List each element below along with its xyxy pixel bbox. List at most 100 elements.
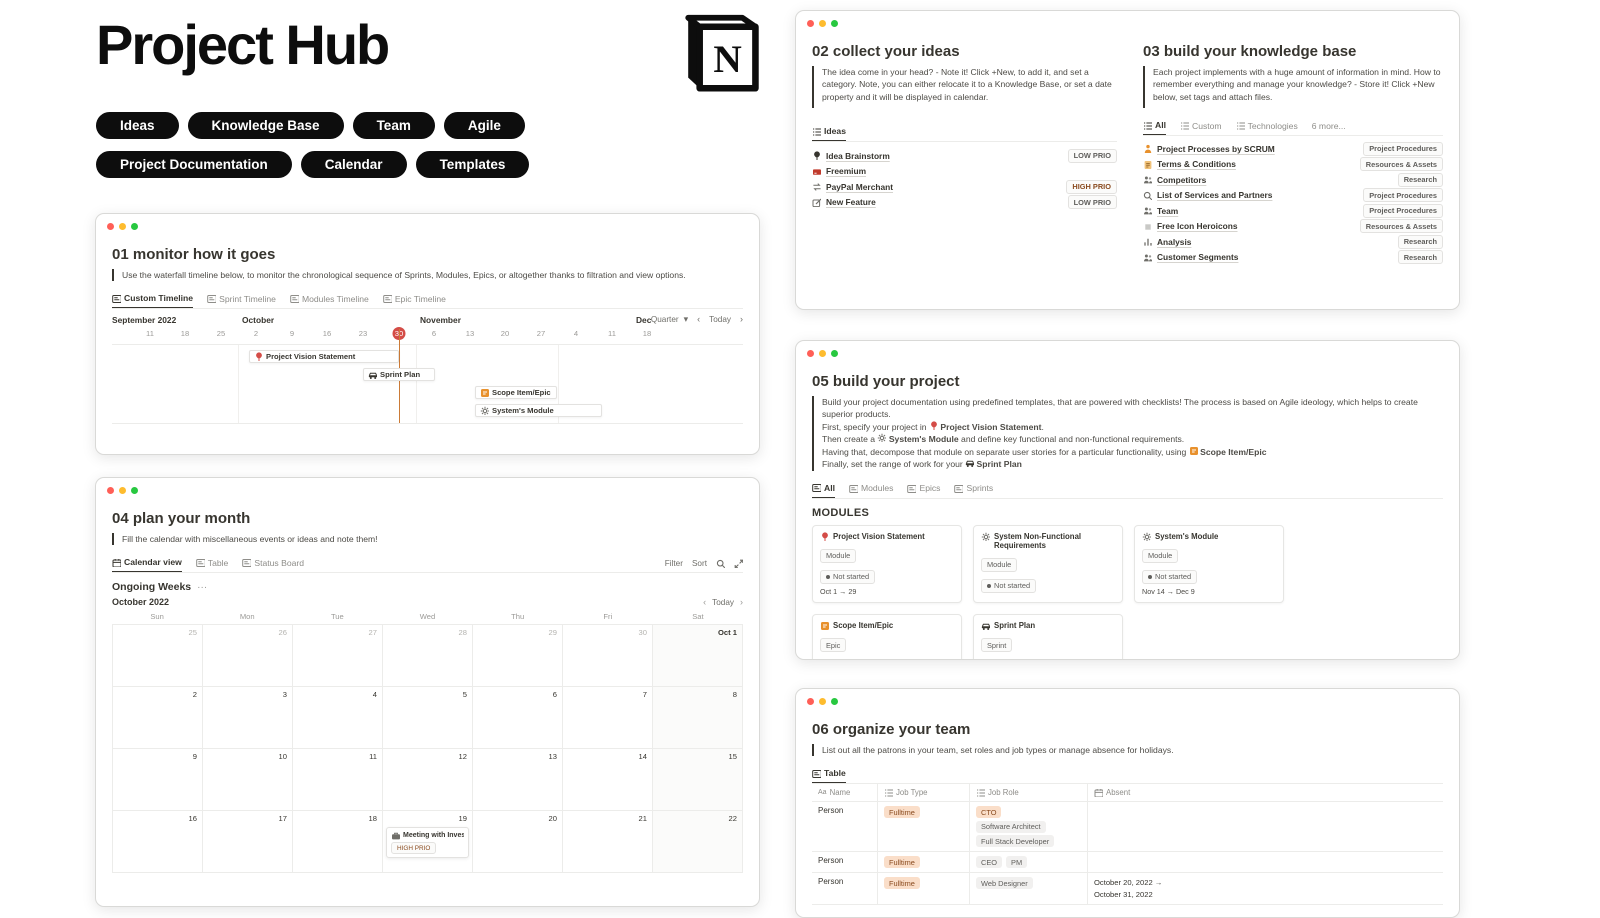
nav-pill-agile[interactable]: Agile [444, 112, 525, 139]
calendar-cell[interactable]: 4 [293, 687, 383, 748]
tab-calendar-view[interactable]: Calendar view [112, 553, 182, 572]
timeline-bar-systems-module[interactable]: System's Module [475, 404, 602, 417]
search-icon[interactable] [716, 559, 725, 568]
calendar-cell[interactable]: 21 [563, 811, 653, 872]
calendar-cell[interactable]: 8 [653, 687, 743, 748]
nav-pill-team[interactable]: Team [353, 112, 435, 139]
tab-sprints[interactable]: Sprints [954, 479, 993, 498]
filter-button[interactable]: Filter [665, 559, 683, 568]
prev-month-arrow[interactable]: ‹ [703, 598, 706, 607]
minimize-button[interactable] [819, 20, 826, 27]
calendar-cell[interactable]: 19 Meeting with Investor HIGH PRIO [383, 811, 473, 872]
calendar-cell[interactable]: 26 [203, 625, 293, 686]
tab-technologies[interactable]: Technologies [1236, 116, 1298, 135]
zoom-button[interactable] [131, 223, 138, 230]
calendar-cell[interactable]: 6 [473, 687, 563, 748]
kb-item[interactable]: Analysis Research [1143, 234, 1443, 250]
calendar-cell[interactable]: 27 [293, 625, 383, 686]
tab-more[interactable]: 6 more... [1312, 116, 1346, 135]
zoom-button[interactable] [831, 350, 838, 357]
close-button[interactable] [807, 698, 814, 705]
kb-item[interactable]: List of Services and Partners Project Pr… [1143, 188, 1443, 204]
column-header-job-type[interactable]: Job Type [878, 784, 970, 801]
minimize-button[interactable] [819, 350, 826, 357]
tab-custom[interactable]: Custom [1180, 116, 1222, 135]
calendar-cell[interactable]: 5 [383, 687, 473, 748]
nav-pill-calendar[interactable]: Calendar [301, 151, 407, 178]
calendar-cell[interactable]: 20 [473, 811, 563, 872]
module-card-system-nfr[interactable]: System Non-Functional Requirements Modul… [973, 525, 1123, 604]
calendar-cell[interactable]: Oct 1 [653, 625, 743, 686]
zoom-button[interactable] [831, 698, 838, 705]
calendar-cell[interactable]: 9 [113, 749, 203, 810]
calendar-cell[interactable]: 15 [653, 749, 743, 810]
calendar-cell[interactable]: 2 [113, 687, 203, 748]
table-row[interactable]: Person Fulltime CTO Software Architect F… [812, 802, 1443, 852]
today-button[interactable]: Today [712, 598, 734, 607]
calendar-cell[interactable]: 22 [653, 811, 743, 872]
tab-status-board[interactable]: Status Board [242, 553, 304, 572]
calendar-cell[interactable]: 17 [203, 811, 293, 872]
nav-pill-templates[interactable]: Templates [416, 151, 530, 178]
column-header-name[interactable]: AaName [812, 784, 878, 801]
module-card-project-vision-statement[interactable]: Project Vision Statement Module Not star… [812, 525, 962, 604]
calendar-cell[interactable]: 30 [563, 625, 653, 686]
tab-epic-timeline[interactable]: Epic Timeline [383, 289, 446, 308]
table-row[interactable]: Person Fulltime CEO PM [812, 852, 1443, 873]
kb-item[interactable]: Terms & Conditions Resources & Assets [1143, 157, 1443, 173]
idea-item[interactable]: PayPal Merchant HIGH PRIO [812, 179, 1117, 195]
idea-item[interactable]: New Feature LOW PRIO [812, 195, 1117, 211]
close-button[interactable] [807, 350, 814, 357]
mention-systems-module[interactable]: System's Module [877, 434, 958, 444]
more-options-icon[interactable]: ··· [197, 582, 207, 593]
tab-custom-timeline[interactable]: Custom Timeline [112, 289, 193, 308]
tab-epics[interactable]: Epics [907, 479, 940, 498]
quarter-select[interactable]: Quarter▾ [651, 315, 688, 324]
column-header-absent[interactable]: Absent [1088, 784, 1443, 801]
calendar-cell[interactable]: 25 [113, 625, 203, 686]
kb-item[interactable]: Customer Segments Research [1143, 250, 1443, 266]
expand-icon[interactable] [734, 559, 743, 568]
sort-button[interactable]: Sort [692, 559, 707, 568]
module-card-scope-item-epic[interactable]: Scope Item/Epic Epic Not started Nov 14 … [812, 614, 962, 660]
next-month-arrow[interactable]: › [740, 598, 743, 607]
tab-table[interactable]: Table [812, 764, 846, 783]
minimize-button[interactable] [119, 487, 126, 494]
close-button[interactable] [107, 487, 114, 494]
tab-ideas[interactable]: Ideas [812, 122, 846, 141]
calendar-cell[interactable]: 13 [473, 749, 563, 810]
table-row[interactable]: Person Fulltime Web Designer October 20,… [812, 873, 1443, 905]
calendar-cell[interactable]: 10 [203, 749, 293, 810]
nav-pill-project-documentation[interactable]: Project Documentation [96, 151, 292, 178]
calendar-cell[interactable]: 11 [293, 749, 383, 810]
calendar-cell[interactable]: 29 [473, 625, 563, 686]
zoom-button[interactable] [131, 487, 138, 494]
close-button[interactable] [807, 20, 814, 27]
module-card-sprint-plan[interactable]: Sprint Plan Sprint Not started Oct 23 → … [973, 614, 1123, 660]
mention-sprint-plan[interactable]: Sprint Plan [965, 459, 1022, 469]
timeline-bar-sprint-plan[interactable]: Sprint Plan [363, 368, 435, 381]
tab-table[interactable]: Table [196, 553, 229, 572]
kb-item[interactable]: Project Processes by SCRUM Project Proce… [1143, 141, 1443, 157]
event-meeting-with-investor[interactable]: Meeting with Investor HIGH PRIO [386, 827, 469, 858]
tab-all[interactable]: All [812, 479, 835, 498]
mention-project-vision-statement[interactable]: Project Vision Statement [929, 422, 1041, 432]
tab-all[interactable]: All [1143, 116, 1166, 135]
close-button[interactable] [107, 223, 114, 230]
calendar-cell[interactable]: 16 [113, 811, 203, 872]
mention-scope-item-epic[interactable]: Scope Item/Epic [1189, 447, 1267, 457]
zoom-button[interactable] [831, 20, 838, 27]
today-button[interactable]: Today [709, 315, 731, 324]
calendar-cell[interactable]: 18 [293, 811, 383, 872]
calendar-cell[interactable]: 12 [383, 749, 473, 810]
tab-modules[interactable]: Modules [849, 479, 893, 498]
minimize-button[interactable] [119, 223, 126, 230]
column-header-job-role[interactable]: Job Role [970, 784, 1088, 801]
next-arrow[interactable]: › [740, 315, 743, 324]
idea-item[interactable]: Freemium [812, 164, 1117, 180]
calendar-cell[interactable]: 14 [563, 749, 653, 810]
nav-pill-ideas[interactable]: Ideas [96, 112, 179, 139]
module-card-systems-module[interactable]: System's Module Module Not started Nov 1… [1134, 525, 1284, 604]
calendar-cell[interactable]: 3 [203, 687, 293, 748]
tab-modules-timeline[interactable]: Modules Timeline [290, 289, 369, 308]
